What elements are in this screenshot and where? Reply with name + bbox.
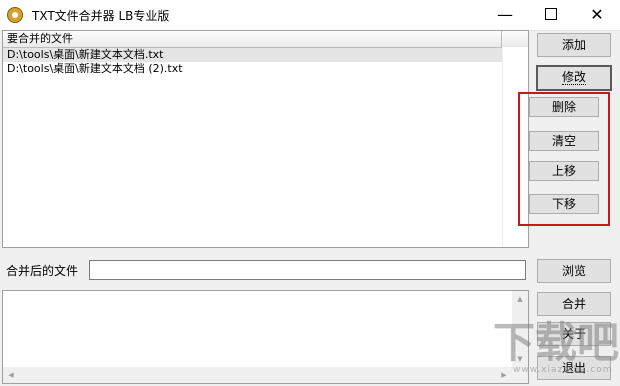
list-header: 要合并的文件 bbox=[3, 31, 528, 48]
list-item[interactable]: D:\tools\桌面\新建文本文档 (2).txt bbox=[3, 62, 502, 76]
delete-button[interactable]: 删除 bbox=[529, 97, 599, 117]
add-button[interactable]: 添加 bbox=[537, 33, 611, 57]
column-header-files[interactable]: 要合并的文件 bbox=[3, 31, 502, 47]
browse-button[interactable]: 浏览 bbox=[537, 259, 611, 283]
move-up-button[interactable]: 上移 bbox=[529, 161, 599, 181]
close-icon: ✕ bbox=[590, 5, 604, 24]
close-button[interactable]: ✕ bbox=[574, 0, 620, 30]
scroll-up-icon[interactable]: ▲ bbox=[512, 291, 528, 307]
modify-button[interactable]: 修改 bbox=[536, 65, 612, 91]
title-bar: TXT文件合并器 LB专业版 — ✕ bbox=[0, 0, 620, 31]
window-title: TXT文件合并器 LB专业版 bbox=[32, 9, 170, 23]
file-rows: D:\tools\桌面\新建文本文档.txt D:\tools\桌面\新建文本文… bbox=[3, 48, 502, 76]
output-file-input[interactable] bbox=[89, 260, 526, 280]
clear-button[interactable]: 清空 bbox=[529, 131, 599, 151]
minimize-icon: — bbox=[497, 5, 513, 24]
scroll-left-icon[interactable]: ◀ bbox=[3, 367, 19, 383]
column-header-extra[interactable] bbox=[502, 31, 528, 47]
modify-button-label: 修改 bbox=[561, 70, 586, 85]
maximize-button[interactable] bbox=[528, 0, 574, 30]
minimize-button[interactable]: — bbox=[482, 0, 528, 30]
output-file-label: 合并后的文件 bbox=[6, 264, 79, 278]
watermark-logo: 下载吧 www.xiazaiba.com bbox=[493, 318, 620, 376]
horizontal-scrollbar[interactable]: ◀ ▶ bbox=[3, 367, 512, 383]
maximize-icon bbox=[545, 8, 557, 20]
file-list[interactable]: 要合并的文件 D:\tools\桌面\新建文本文档.txt D:\tools\桌… bbox=[2, 30, 529, 248]
list-item[interactable]: D:\tools\桌面\新建文本文档.txt bbox=[3, 48, 502, 62]
app-icon bbox=[7, 7, 23, 23]
merge-button[interactable]: 合并 bbox=[537, 292, 611, 316]
move-down-button[interactable]: 下移 bbox=[529, 194, 599, 214]
log-textarea[interactable]: ▲ ▼ ◀ ▶ bbox=[2, 290, 529, 384]
